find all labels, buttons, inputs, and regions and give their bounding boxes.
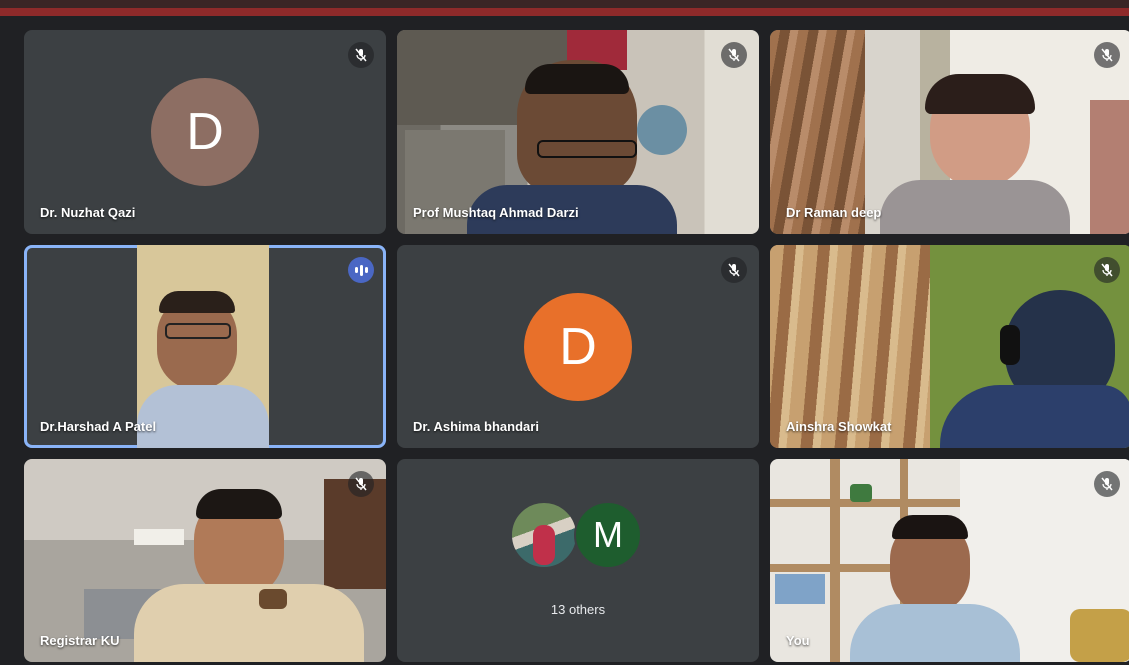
participant-name: Dr. Ashima bhandari [413, 419, 539, 434]
participant-avatar: D [151, 78, 259, 186]
participant-video [397, 30, 759, 234]
mic-off-icon [348, 42, 374, 68]
participant-avatar: M [574, 501, 642, 569]
mic-off-icon [721, 42, 747, 68]
participant-tile[interactable]: Prof Mushtaq Ahmad Darzi [397, 30, 759, 234]
participant-tile[interactable]: D Dr. Nuzhat Qazi [24, 30, 386, 234]
mic-off-icon [1094, 257, 1120, 283]
participant-tile[interactable]: D Dr. Ashima bhandari [397, 245, 759, 448]
participant-tile[interactable]: Registrar KU [24, 459, 386, 662]
mic-off-icon [721, 257, 747, 283]
speaking-indicator-icon [348, 257, 374, 283]
mic-off-icon [348, 471, 374, 497]
mic-off-icon [1094, 471, 1120, 497]
participant-name: Dr.Harshad A Patel [40, 419, 157, 434]
participant-name: Dr. Nuzhat Qazi [40, 205, 136, 220]
participant-tile-active-speaker[interactable]: Dr.Harshad A Patel [24, 245, 386, 448]
participant-name: You [786, 633, 810, 648]
participant-avatar: D [524, 293, 632, 401]
participant-video [24, 459, 386, 662]
participant-video [137, 245, 269, 448]
participant-photo-avatar [510, 501, 578, 569]
participant-name: Prof Mushtaq Ahmad Darzi [413, 205, 579, 220]
mic-off-icon [1094, 42, 1120, 68]
participant-name: Registrar KU [40, 633, 120, 648]
window-top-bar [0, 0, 1129, 16]
others-count-label: 13 others [550, 602, 606, 617]
participant-tile[interactable]: Ainshra Showkat [770, 245, 1129, 448]
participant-tile[interactable]: Dr Raman deep [770, 30, 1129, 234]
participant-grid: D Dr. Nuzhat Qazi Prof Mushtaq Ahmad Dar… [24, 30, 1129, 662]
participant-name: Dr Raman deep [786, 205, 882, 220]
participant-name: Ainshra Showkat [786, 419, 892, 434]
others-tile[interactable]: M 13 others [397, 459, 759, 662]
participant-video [770, 245, 1129, 448]
participant-video [770, 459, 1129, 662]
self-tile[interactable]: You [770, 459, 1129, 662]
participant-video [770, 30, 1129, 234]
